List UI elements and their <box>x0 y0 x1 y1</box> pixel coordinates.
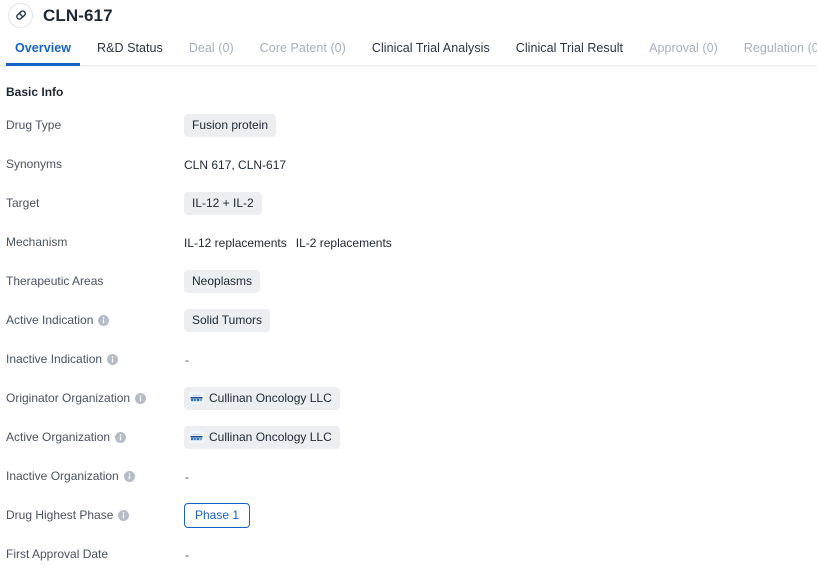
synonyms-text: CLN 617, CLN-617 <box>184 157 287 172</box>
chip-label: Cullinan Oncology LLC <box>209 430 332 444</box>
tab-core-patent[interactable]: Core Patent (0) <box>247 30 359 65</box>
field-label-inactive-indication: Inactive Indication <box>6 346 184 368</box>
chip-originator-organization[interactable]: Cullinan Oncology LLC <box>184 387 340 410</box>
company-logo-icon <box>189 392 204 404</box>
field-row-mechanism: Mechanism IL-12 replacements IL-2 replac… <box>6 223 817 262</box>
section-title-basic-info: Basic Info <box>6 85 64 99</box>
field-label-text: Therapeutic Areas <box>6 274 104 288</box>
field-label-text: Active Organization <box>6 430 111 444</box>
field-row-drug-highest-phase: Drug Highest Phase Phase 1 <box>6 496 817 535</box>
field-row-target: Target IL-12 + IL-2 <box>6 184 817 223</box>
pill-capsule-icon <box>8 2 33 28</box>
field-label-text: Synonyms <box>6 157 63 171</box>
field-value-inactive-organization: - <box>184 463 817 489</box>
field-label-inactive-organization: Inactive Organization <box>6 463 184 485</box>
field-label-mechanism: Mechanism <box>6 229 184 251</box>
field-row-synonyms: Synonyms CLN 617, CLN-617 <box>6 145 817 184</box>
info-icon[interactable] <box>115 431 127 443</box>
chip-label: Cullinan Oncology LLC <box>209 391 332 405</box>
field-row-inactive-organization: Inactive Organization - <box>6 457 817 496</box>
company-logo-icon <box>189 431 204 443</box>
field-row-active-indication: Active Indication Solid Tumors <box>6 301 817 340</box>
field-label-therapeutic-areas: Therapeutic Areas <box>6 268 184 290</box>
field-label-synonyms: Synonyms <box>6 151 184 173</box>
field-label-active-organization: Active Organization <box>6 424 184 446</box>
field-value-drug-highest-phase: Phase 1 <box>184 502 817 528</box>
field-value-therapeutic-areas: Neoplasms <box>184 268 817 294</box>
field-label-target: Target <box>6 190 184 212</box>
empty-value: - <box>185 352 189 367</box>
status-badge-phase[interactable]: Phase 1 <box>184 503 251 528</box>
field-label-text: Inactive Organization <box>6 469 119 483</box>
field-row-inactive-indication: Inactive Indication - <box>6 340 817 379</box>
chip-target[interactable]: IL-12 + IL-2 <box>184 192 262 215</box>
info-icon[interactable] <box>118 509 130 521</box>
field-row-therapeutic-areas: Therapeutic Areas Neoplasms <box>6 262 817 301</box>
tab-approval[interactable]: Approval (0) <box>636 30 731 65</box>
info-icon[interactable] <box>98 314 110 326</box>
basic-info-field-list: Drug Type Fusion protein Synonyms CLN 61… <box>6 106 817 574</box>
tab-regulation[interactable]: Regulation (0) <box>731 30 817 65</box>
info-icon[interactable] <box>135 392 147 404</box>
chip-active-indication[interactable]: Solid Tumors <box>184 309 271 332</box>
field-label-text: Mechanism <box>6 235 68 249</box>
tab-clinical-trial-result[interactable]: Clinical Trial Result <box>503 30 636 65</box>
chip-active-organization[interactable]: Cullinan Oncology LLC <box>184 426 340 449</box>
tab-rd-status[interactable]: R&D Status <box>84 30 176 65</box>
field-value-active-indication: Solid Tumors <box>184 307 817 333</box>
field-label-active-indication: Active Indication <box>6 307 184 329</box>
chip-therapeutic-area[interactable]: Neoplasms <box>184 270 261 293</box>
chip-drug-type[interactable]: Fusion protein <box>184 114 277 137</box>
info-icon[interactable] <box>123 470 135 482</box>
field-label-text: Active Indication <box>6 313 94 327</box>
field-label-text: Inactive Indication <box>6 352 103 366</box>
tab-overview[interactable]: Overview <box>2 30 84 66</box>
field-row-originator-organization: Originator Organization Cullinan Oncolog… <box>6 379 817 418</box>
field-value-inactive-indication: - <box>184 346 817 372</box>
field-label-drug-type: Drug Type <box>6 112 184 134</box>
field-label-text: Target <box>6 196 40 210</box>
mechanism-item: IL-12 replacements <box>184 235 287 250</box>
field-value-drug-type: Fusion protein <box>184 112 817 138</box>
field-value-target: IL-12 + IL-2 <box>184 190 817 216</box>
empty-value: - <box>185 469 189 484</box>
field-value-active-organization: Cullinan Oncology LLC <box>184 424 817 450</box>
overview-content: Basic Info Drug Type Fusion protein Syno… <box>0 84 817 574</box>
field-label-text: First Approval Date <box>6 547 109 561</box>
field-value-synonyms: CLN 617, CLN-617 <box>184 151 817 177</box>
field-label-text: Originator Organization <box>6 391 131 405</box>
field-label-originator-organization: Originator Organization <box>6 385 184 407</box>
field-value-first-approval-date: - <box>184 541 817 567</box>
field-label-drug-highest-phase: Drug Highest Phase <box>6 502 184 524</box>
field-row-active-organization: Active Organization Cullinan Oncology LL… <box>6 418 817 457</box>
tab-clinical-trial-analysis[interactable]: Clinical Trial Analysis <box>359 30 503 65</box>
field-label-text: Drug Type <box>6 118 62 132</box>
tab-bar: Overview R&D Status Deal (0) Core Patent… <box>0 30 817 66</box>
drug-header: CLN-617 <box>0 0 817 30</box>
field-value-originator-organization: Cullinan Oncology LLC <box>184 385 817 411</box>
page-title: CLN-617 <box>43 5 113 25</box>
field-value-mechanism: IL-12 replacements IL-2 replacements <box>184 229 817 255</box>
field-label-first-approval-date: First Approval Date <box>6 541 184 563</box>
field-row-drug-type: Drug Type Fusion protein <box>6 106 817 145</box>
empty-value: - <box>185 547 189 562</box>
field-label-text: Drug Highest Phase <box>6 508 114 522</box>
field-row-first-approval-date: First Approval Date - <box>6 535 817 574</box>
mechanism-item: IL-2 replacements <box>295 235 392 250</box>
info-icon[interactable] <box>107 353 119 365</box>
tab-deal[interactable]: Deal (0) <box>176 30 247 65</box>
